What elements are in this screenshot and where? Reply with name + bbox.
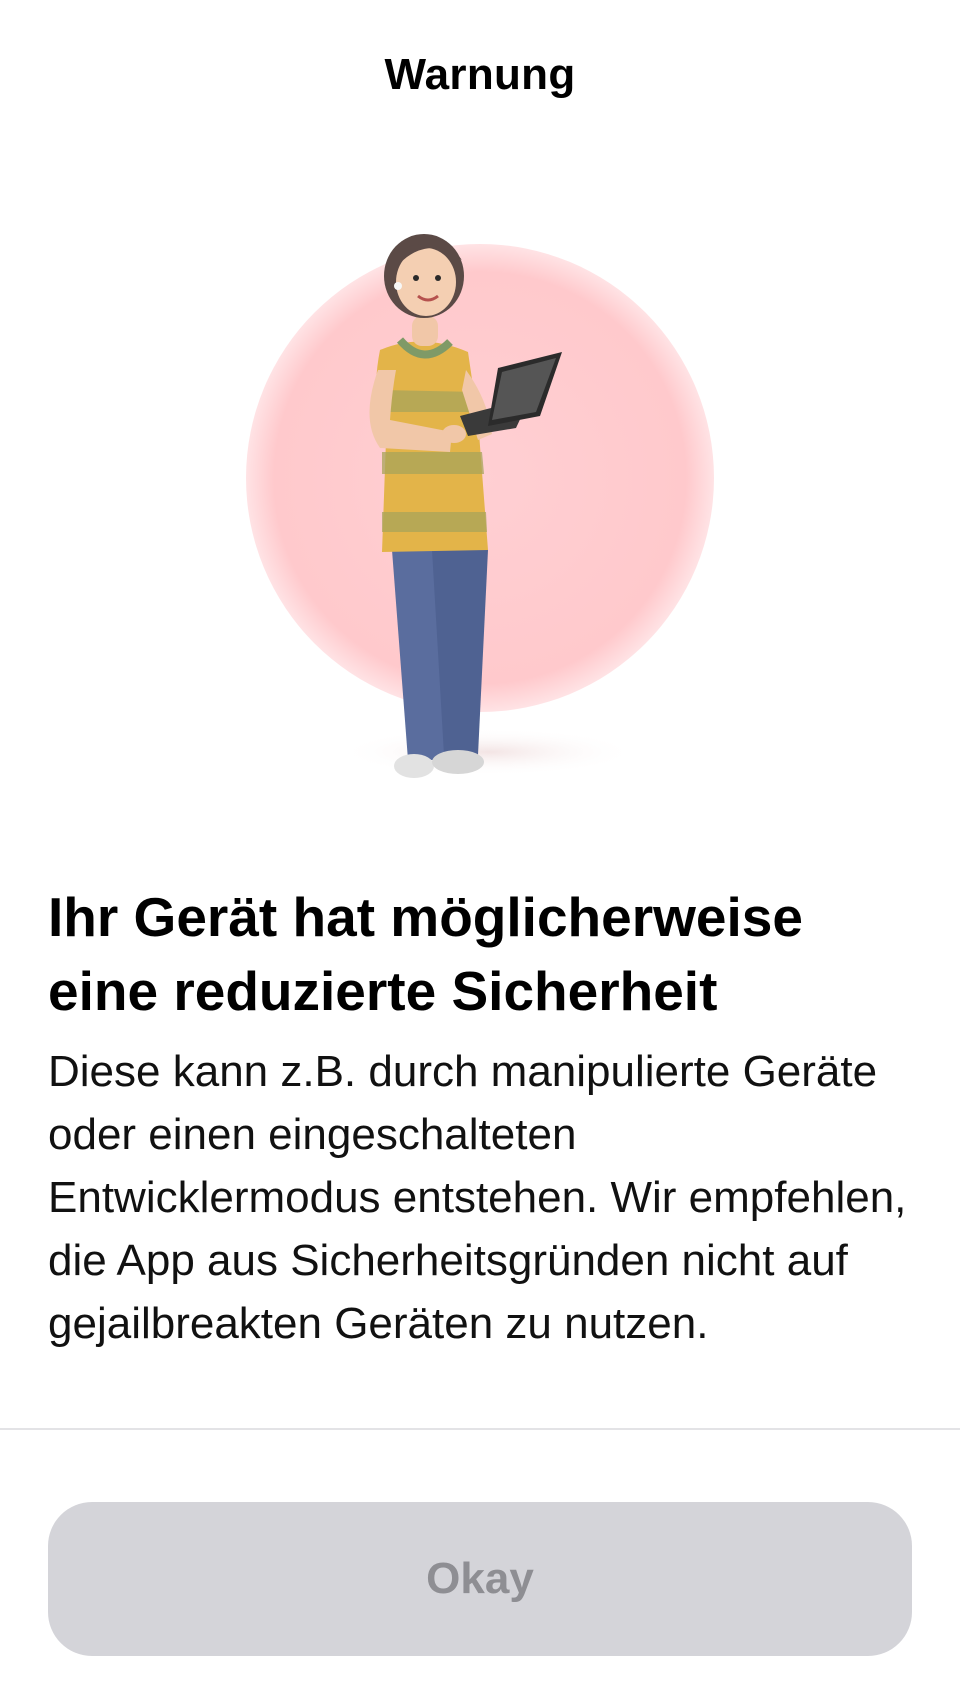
warning-description: Diese kann z.B. durch manipulierte Gerät… (48, 1047, 907, 1348)
okay-button[interactable]: Okay (48, 1502, 912, 1656)
footer-divider (0, 1428, 960, 1430)
warning-headline: Ihr Gerät hat möglicherweise eine reduzi… (48, 886, 803, 1022)
page-title: Warnung (384, 50, 576, 99)
woman-with-laptop-illustration (246, 234, 714, 778)
